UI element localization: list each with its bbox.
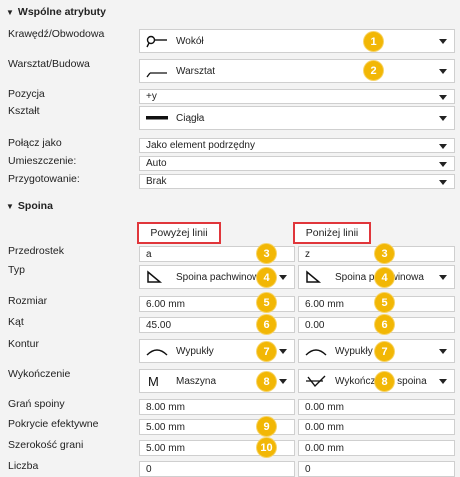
callout-badge: 7 <box>375 342 394 361</box>
wykonczenie-above-value: Maszyna <box>176 375 217 387</box>
callout-badge: 4 <box>375 268 394 287</box>
krawedz-dropdown[interactable]: Wokół <box>139 29 455 53</box>
above-line-header: Powyżej linii <box>137 222 221 244</box>
gran-below-value: 0.00 mm <box>305 401 344 413</box>
liczba-above-value: 0 <box>146 463 152 475</box>
typ-label: Typ <box>8 264 25 276</box>
fillet-weld-icon <box>147 270 163 283</box>
krawedz-value: Wokół <box>176 35 204 47</box>
krawedz-label: Krawędź/Obwodowa <box>8 28 105 40</box>
kat-above-value: 45.00 <box>146 319 172 331</box>
gran-above-value: 8.00 mm <box>146 401 185 413</box>
shop-weld-icon <box>146 72 167 78</box>
callout-badge: 7 <box>257 342 276 361</box>
liczba-below-input[interactable]: 0 <box>298 461 455 477</box>
umieszczenie-label: Umieszczenie: <box>8 155 77 167</box>
callout-badge: 3 <box>375 244 394 263</box>
callout-badge: 8 <box>257 372 276 391</box>
pozycja-value: +y <box>146 91 157 102</box>
below-line-header: Poniżej linii <box>293 222 371 244</box>
callout-badge: 9 <box>257 417 276 436</box>
przygotowanie-value: Brak <box>146 176 167 187</box>
kontur-above-value: Wypukły <box>176 345 214 357</box>
typ-above-value: Spoina pachwinowa <box>176 271 265 283</box>
common-attributes-title: Wspólne atrybuty <box>17 6 107 18</box>
kat-label: Kąt <box>8 316 24 328</box>
warsztat-label: Warsztat/Budowa <box>8 58 90 70</box>
liczba-below-value: 0 <box>305 463 311 475</box>
gran-above-input[interactable]: 8.00 mm <box>139 399 295 415</box>
gran-label: Grań spoiny <box>8 398 65 410</box>
ksztalt-value: Ciągła <box>176 112 205 124</box>
callout-badge: 2 <box>364 61 383 80</box>
pokrycie-below-value: 0.00 mm <box>305 421 344 433</box>
przedrostek-label: Przedrostek <box>8 245 65 257</box>
weld-finish-icon <box>306 375 326 388</box>
callout-badge: 1 <box>364 32 383 51</box>
szerokosc-label: Szerokość grani <box>8 439 84 451</box>
ksztalt-dropdown[interactable]: Ciągła <box>139 106 455 130</box>
pokrycie-below-input[interactable]: 0.00 mm <box>298 419 455 435</box>
convex-contour-icon <box>146 349 168 356</box>
przygotowanie-label: Przygotowanie: <box>8 173 80 185</box>
kat-below-value: 0.00 <box>305 319 325 331</box>
weld-section-title: Spoina <box>17 200 53 212</box>
callout-badge: 4 <box>257 268 276 287</box>
rozmiar-below-value: 6.00 mm <box>305 298 344 310</box>
warsztat-dropdown[interactable]: Warsztat <box>139 59 455 83</box>
polacz-value: Jako element podrzędny <box>146 140 255 151</box>
umieszczenie-dropdown[interactable]: Auto <box>139 156 455 171</box>
pozycja-label: Pozycja <box>8 88 45 100</box>
gran-below-input[interactable]: 0.00 mm <box>298 399 455 415</box>
collapse-triangle-icon[interactable]: ▼ <box>6 8 14 17</box>
umieszczenie-value: Auto <box>146 158 167 169</box>
kontur-label: Kontur <box>8 338 39 350</box>
szerokosc-above-value: 5.00 mm <box>146 442 185 454</box>
rozmiar-label: Rozmiar <box>8 295 48 307</box>
svg-text:M: M <box>148 374 159 388</box>
szerokosc-below-value: 0.00 mm <box>305 442 344 454</box>
callout-badge: 6 <box>257 315 276 334</box>
callout-badge: 6 <box>375 315 394 334</box>
liczba-label: Liczba <box>8 460 39 472</box>
collapse-triangle-icon[interactable]: ▼ <box>6 202 14 211</box>
callout-badge: 8 <box>375 372 394 391</box>
przedrostek-below-value: z <box>305 248 310 260</box>
rozmiar-above-value: 6.00 mm <box>146 298 185 310</box>
callout-badge: 5 <box>375 293 394 312</box>
polacz-dropdown[interactable]: Jako element podrzędny <box>139 138 455 153</box>
ksztalt-label: Kształt <box>8 105 40 117</box>
wykonczenie-label: Wykończenie <box>8 368 71 380</box>
kontur-below-value: Wypukły <box>335 345 373 357</box>
continuous-line-icon <box>146 116 168 120</box>
common-attributes-header[interactable]: ▼ Wspólne atrybuty <box>6 6 106 18</box>
pozycja-dropdown[interactable]: +y <box>139 89 455 104</box>
polacz-label: Połącz jako <box>8 137 62 149</box>
warsztat-value: Warsztat <box>176 65 216 77</box>
pokrycie-label: Pokrycie efektywne <box>8 418 99 430</box>
przedrostek-above-value: a <box>146 248 152 260</box>
callout-badge: 3 <box>257 244 276 263</box>
liczba-above-input[interactable]: 0 <box>139 461 295 477</box>
convex-contour-icon <box>305 349 327 356</box>
fillet-weld-icon <box>306 270 322 283</box>
szerokosc-below-input[interactable]: 0.00 mm <box>298 440 455 456</box>
machine-finish-icon: M <box>148 374 159 388</box>
weld-section-header[interactable]: ▼ Spoina <box>6 200 53 212</box>
pokrycie-above-value: 5.00 mm <box>146 421 185 433</box>
weld-around-icon <box>146 35 167 48</box>
callout-badge: 5 <box>257 293 276 312</box>
przygotowanie-dropdown[interactable]: Brak <box>139 174 455 189</box>
callout-badge: 10 <box>257 438 276 457</box>
